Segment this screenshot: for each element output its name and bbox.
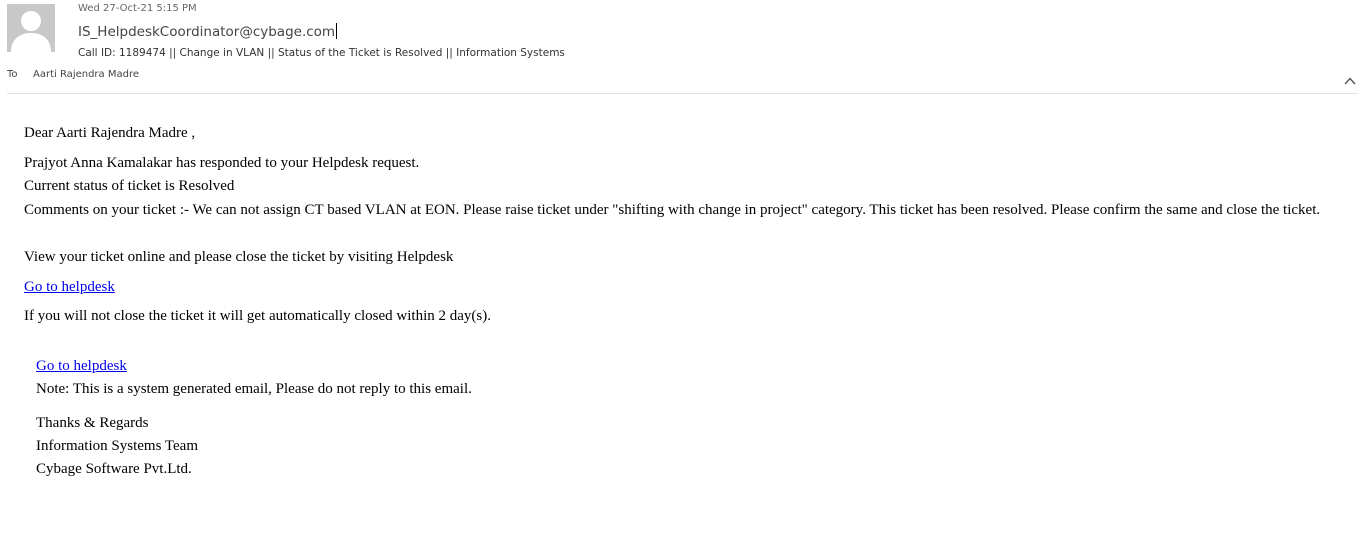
auto-close-text: If you will not close the ticket it will… xyxy=(24,308,491,324)
email-subject: Call ID: 1189474 || Change in VLAN || St… xyxy=(78,47,565,59)
recipient-name[interactable]: Aarti Rajendra Madre xyxy=(33,69,139,80)
sender-address[interactable]: IS_HelpdeskCoordinator@cybage.com xyxy=(78,23,338,40)
header-divider xyxy=(7,93,1358,94)
sender-avatar[interactable] xyxy=(7,4,55,52)
system-note-text: Note: This is a system generated email, … xyxy=(36,381,472,397)
company-name-text: Cybage Software Pvt.Ltd. xyxy=(36,461,192,477)
go-to-helpdesk-link[interactable]: Go to helpdesk xyxy=(24,279,115,295)
person-silhouette-icon xyxy=(7,4,55,52)
go-to-helpdesk-link-2[interactable]: Go to helpdesk xyxy=(36,358,127,374)
collapse-header-button[interactable] xyxy=(1343,73,1357,87)
comments-text: Comments on your ticket :- We can not as… xyxy=(24,202,1321,218)
greeting-text: Dear Aarti Rajendra Madre , xyxy=(24,125,196,141)
helpdesk-link-wrapper-2: Go to helpdesk xyxy=(36,358,127,375)
helpdesk-link-wrapper: Go to helpdesk xyxy=(24,279,115,296)
thanks-text: Thanks & Regards xyxy=(36,415,149,431)
team-name-text: Information Systems Team xyxy=(36,438,198,454)
text-cursor xyxy=(336,23,338,39)
status-text: Current status of ticket is Resolved xyxy=(24,178,235,194)
recipients-row: To Aarti Rajendra Madre xyxy=(7,69,139,80)
view-online-text: View your ticket online and please close… xyxy=(24,249,454,265)
to-label: To xyxy=(7,69,18,80)
sender-address-text: IS_HelpdeskCoordinator@cybage.com xyxy=(78,24,336,40)
responded-text: Prajyot Anna Kamalakar has responded to … xyxy=(24,155,420,171)
chevron-up-icon xyxy=(1344,77,1356,85)
email-date: Wed 27-Oct-21 5:15 PM xyxy=(78,3,197,14)
